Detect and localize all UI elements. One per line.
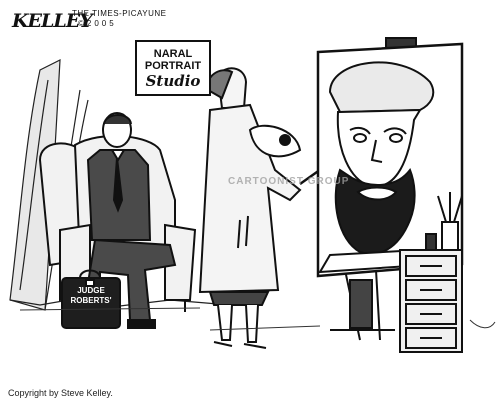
publication-name: THE TIMES-PICAYUNE (72, 9, 167, 18)
briefcase-line-judge: JUDGE (77, 286, 105, 295)
studio-sign: NARAL PORTRAIT Studio (135, 40, 211, 96)
sign-line-studio: Studio (145, 72, 201, 90)
publication-year: ©2005 (78, 19, 117, 28)
copyright-notice: Copyright by Steve Kelley. (8, 388, 113, 398)
file-cabinet (399, 249, 463, 353)
sign-line-naral: NARAL (153, 48, 193, 60)
cartoon-illustration (9, 37, 496, 353)
briefcase-label: JUDGE ROBERTS' (64, 286, 118, 306)
sign-line-portrait: PORTRAIT (144, 60, 202, 72)
watermark: CARTOONIST GROUP (228, 176, 350, 187)
briefcase-line-roberts: ROBERTS' (70, 296, 112, 305)
publication-credit: THE TIMES-PICAYUNE ©2005 (72, 9, 167, 29)
cartoon-canvas: KELLEY THE TIMES-PICAYUNE ©2005 NARAL PO… (0, 0, 500, 405)
